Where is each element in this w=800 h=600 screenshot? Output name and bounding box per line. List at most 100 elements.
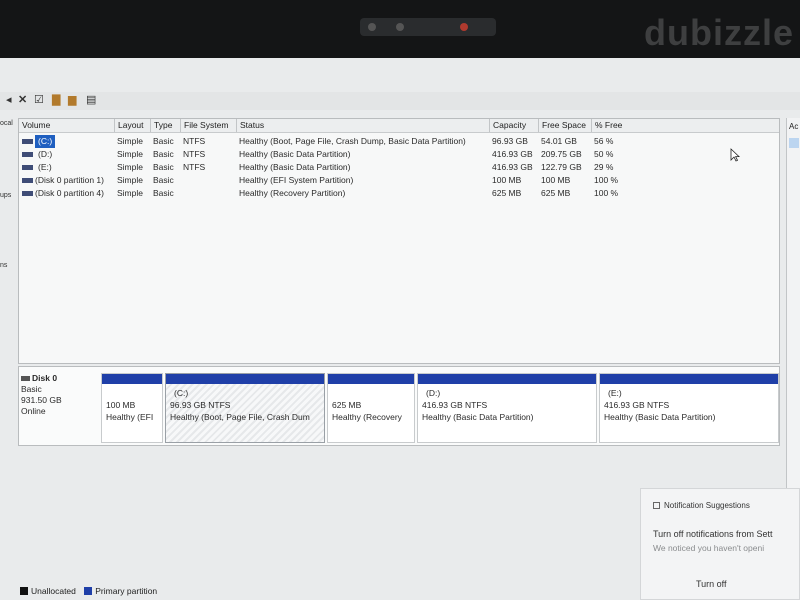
volume-capacity: 96.93 GB bbox=[492, 136, 528, 146]
volume-name: (Disk 0 partition 4) bbox=[35, 188, 104, 198]
volume-free: 122.79 GB bbox=[541, 162, 582, 172]
volume-name: (Disk 0 partition 1) bbox=[35, 175, 104, 185]
volume-capacity: 416.93 GB bbox=[492, 149, 533, 159]
volume-free: 209.75 GB bbox=[541, 149, 582, 159]
tree-label[interactable]: ns bbox=[0, 262, 7, 269]
unallocated-swatch bbox=[20, 587, 28, 595]
disk-size: 931.50 GB bbox=[21, 395, 62, 405]
partition-bar bbox=[418, 374, 596, 384]
disk-management-window: ◂ ✕ ☑ ▇ ▆ ▤ ocal ups ns Volume Layout Ty… bbox=[0, 58, 800, 600]
column-header-file-system[interactable]: File System bbox=[180, 119, 236, 132]
volume-icon bbox=[22, 165, 33, 170]
camera-dot bbox=[396, 23, 404, 31]
volume-row[interactable]: (Disk 0 partition 1) Simple Basic Health… bbox=[19, 174, 779, 187]
disk-map: Disk 0 Basic 931.50 GB Online 100 MB Hea… bbox=[18, 366, 780, 446]
partition-size: 416.93 GB NTFS bbox=[604, 400, 670, 410]
column-header-type[interactable]: Type bbox=[150, 119, 180, 132]
tree-label[interactable]: ocal bbox=[0, 120, 13, 127]
partition-bar bbox=[600, 374, 778, 384]
column-header-layout[interactable]: Layout bbox=[114, 119, 150, 132]
volume-list: Volume Layout Type File System Status Ca… bbox=[18, 118, 780, 364]
volume-fs: NTFS bbox=[183, 136, 206, 146]
volume-icon bbox=[22, 178, 33, 183]
partition-recovery[interactable]: 625 MB Healthy (Recovery bbox=[327, 373, 415, 443]
watermark-logo: dubizzle bbox=[644, 12, 794, 53]
volume-capacity: 625 MB bbox=[492, 188, 522, 198]
camera-light bbox=[460, 23, 468, 31]
column-header-percent-free[interactable]: % Free bbox=[591, 119, 779, 132]
partition-e[interactable]: (E:) 416.93 GB NTFS Healthy (Basic Data … bbox=[599, 373, 779, 443]
partition-status: Healthy (EFI bbox=[106, 412, 154, 422]
camera-bar bbox=[360, 18, 496, 36]
mouse-cursor-icon bbox=[730, 148, 740, 162]
column-header-volume[interactable]: Volume bbox=[19, 119, 114, 132]
partition-c[interactable]: (C:) 96.93 GB NTFS Healthy (Boot, Page F… bbox=[165, 373, 325, 443]
volume-status: Healthy (EFI System Partition) bbox=[239, 175, 354, 185]
volume-fs: NTFS bbox=[183, 162, 206, 172]
actions-item[interactable] bbox=[789, 138, 799, 148]
volume-pct-free: 56 % bbox=[594, 136, 614, 146]
partition-bar bbox=[328, 374, 414, 384]
tree-label[interactable]: ups bbox=[0, 192, 11, 199]
volume-type: Basic bbox=[153, 149, 174, 159]
back-arrow-icon[interactable]: ◂ bbox=[6, 95, 17, 106]
volume-name: (E:) bbox=[38, 162, 52, 172]
partition-status: Healthy (Basic Data Partition) bbox=[604, 412, 716, 422]
volume-layout: Simple bbox=[117, 175, 143, 185]
column-header-free-space[interactable]: Free Space bbox=[538, 119, 591, 132]
disk-name: Disk 0 bbox=[32, 373, 58, 383]
volume-icon bbox=[22, 191, 33, 196]
partition-size: 96.93 GB NTFS bbox=[170, 400, 231, 410]
notification-icon bbox=[653, 502, 660, 509]
volume-status: Healthy (Basic Data Partition) bbox=[239, 149, 351, 159]
partition-size: 625 MB bbox=[332, 400, 362, 410]
volume-status: Healthy (Recovery Partition) bbox=[239, 188, 346, 198]
notification-header: Notification Suggestions bbox=[653, 501, 750, 510]
volume-free: 54.01 GB bbox=[541, 136, 577, 146]
properties-icon[interactable]: ▆ bbox=[68, 95, 79, 106]
column-header-status[interactable]: Status bbox=[236, 119, 489, 132]
volume-layout: Simple bbox=[117, 162, 143, 172]
notification-toast[interactable]: Notification Suggestions Turn off notifi… bbox=[640, 488, 800, 600]
partition-name: (C:) bbox=[174, 388, 189, 398]
toolbar: ◂ ✕ ☑ ▇ ▆ ▤ bbox=[0, 92, 800, 110]
column-header-capacity[interactable]: Capacity bbox=[489, 119, 538, 132]
volume-free: 625 MB bbox=[541, 188, 571, 198]
partition-efi[interactable]: 100 MB Healthy (EFI bbox=[101, 373, 163, 443]
panel-icon[interactable]: ▤ bbox=[86, 95, 97, 106]
volume-row[interactable]: (C:) Simple Basic NTFS Healthy (Boot, Pa… bbox=[19, 135, 779, 148]
partition-size: 416.93 GB NTFS bbox=[422, 400, 488, 410]
partition-name: (D:) bbox=[426, 388, 441, 398]
volume-capacity: 100 MB bbox=[492, 175, 522, 185]
partition-bar bbox=[102, 374, 162, 384]
folder-icon[interactable]: ▇ bbox=[52, 95, 63, 106]
volume-layout: Simple bbox=[117, 149, 143, 159]
partition-d[interactable]: (D:) 416.93 GB NTFS Healthy (Basic Data … bbox=[417, 373, 597, 443]
partition-status: Healthy (Recovery bbox=[332, 412, 402, 422]
delete-icon[interactable]: ✕ bbox=[18, 95, 29, 106]
volume-row[interactable]: (Disk 0 partition 4) Simple Basic Health… bbox=[19, 187, 779, 200]
disk-state: Online bbox=[21, 406, 46, 416]
turn-off-button[interactable]: Turn off bbox=[696, 579, 727, 589]
volume-capacity: 416.93 GB bbox=[492, 162, 533, 172]
check-icon[interactable]: ☑ bbox=[34, 95, 45, 106]
volume-free: 100 MB bbox=[541, 175, 571, 185]
notification-title: Turn off notifications from Sett bbox=[653, 529, 773, 539]
volume-row[interactable]: (E:) Simple Basic NTFS Healthy (Basic Da… bbox=[19, 161, 779, 174]
volume-status: Healthy (Boot, Page File, Crash Dump, Ba… bbox=[239, 136, 466, 146]
volume-fs: NTFS bbox=[183, 149, 206, 159]
volume-pct-free: 100 % bbox=[594, 175, 619, 185]
primary-swatch bbox=[84, 587, 93, 595]
volume-icon bbox=[22, 152, 33, 157]
volume-layout: Simple bbox=[117, 136, 143, 146]
volume-row[interactable]: (D:) Simple Basic NTFS Healthy (Basic Da… bbox=[19, 148, 779, 161]
disk-info[interactable]: Disk 0 Basic 931.50 GB Online bbox=[21, 373, 95, 443]
volume-pct-free: 100 % bbox=[594, 188, 619, 198]
partition-status: Healthy (Basic Data Partition) bbox=[422, 412, 534, 422]
volume-type: Basic bbox=[153, 175, 174, 185]
volume-name: (D:) bbox=[38, 149, 53, 159]
notification-body: We noticed you haven't openi bbox=[653, 543, 765, 553]
partition-name: (E:) bbox=[608, 388, 622, 398]
partition-size: 100 MB bbox=[106, 400, 136, 410]
actions-pane: Ac bbox=[786, 118, 800, 498]
